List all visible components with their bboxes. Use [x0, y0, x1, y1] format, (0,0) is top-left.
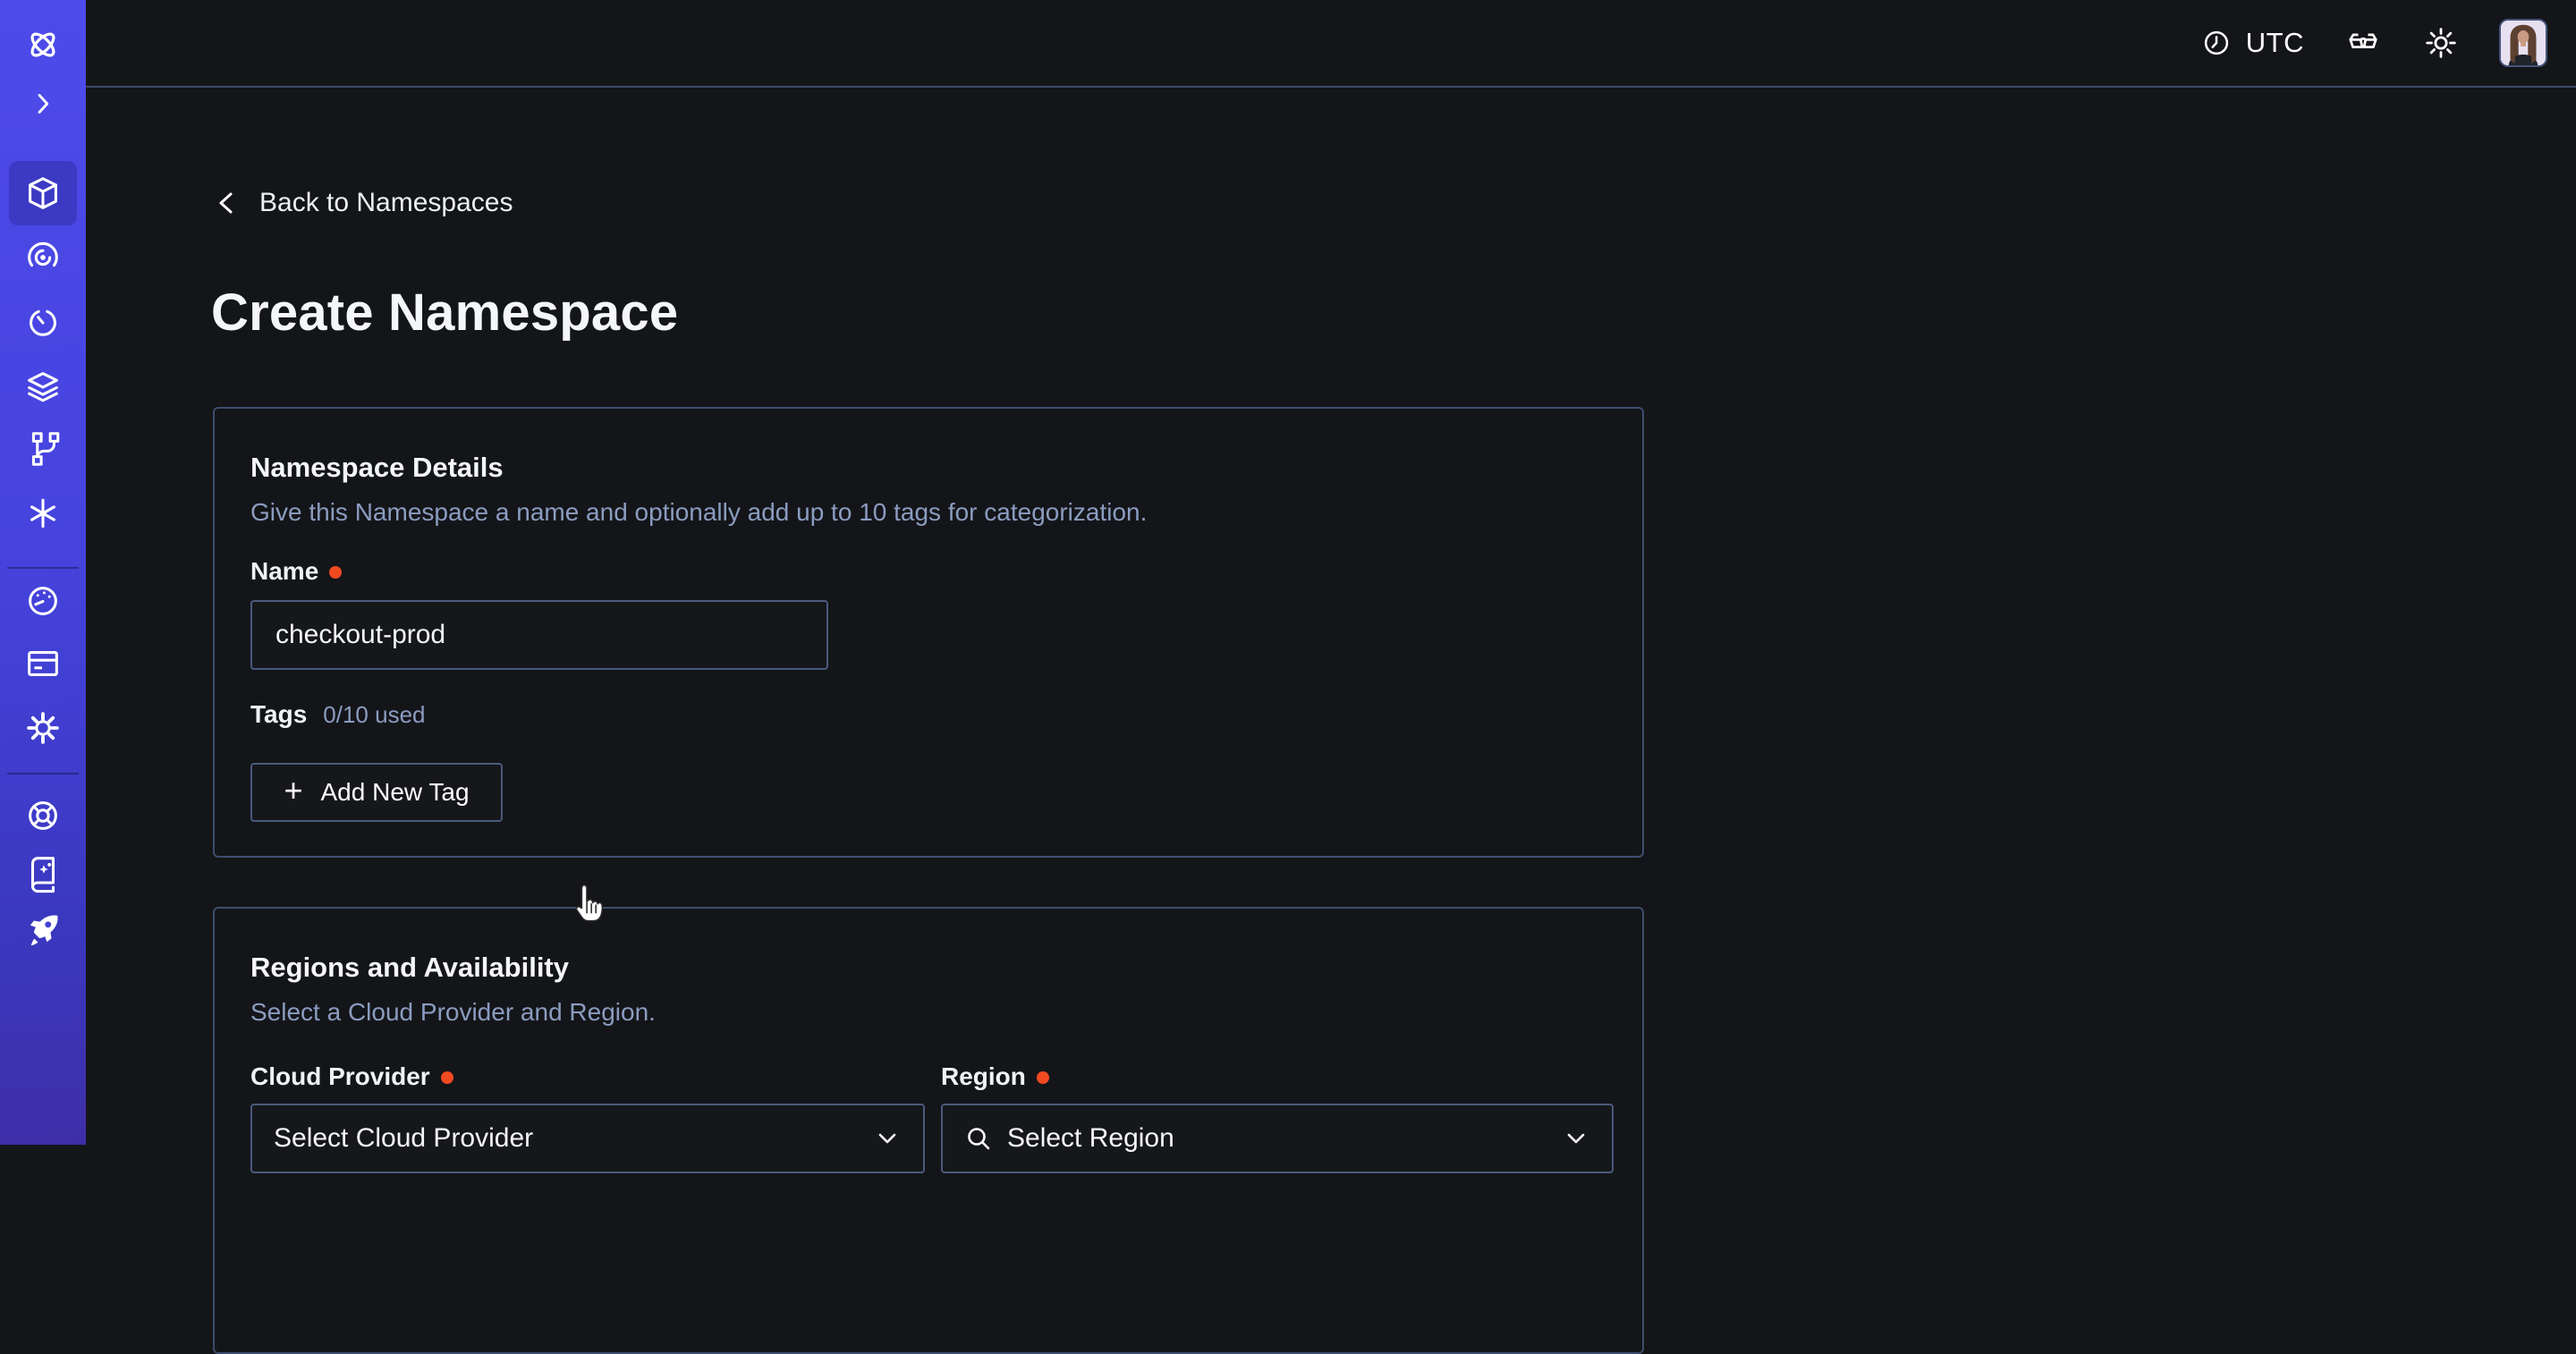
cloud-provider-select[interactable]: Select Cloud Provider: [250, 1104, 925, 1173]
credit-card-icon: [22, 643, 64, 684]
tags-label: Tags: [250, 700, 307, 729]
asterisk-icon: [23, 494, 63, 533]
sidebar-item-workflows[interactable]: [0, 420, 86, 478]
sun-icon: [2422, 24, 2460, 62]
clock-icon: [2199, 26, 2233, 60]
timezone-label: UTC: [2246, 27, 2304, 59]
plus-icon: +: [284, 774, 302, 807]
card-subtitle: Give this Namespace a name and optionall…: [250, 498, 1147, 527]
card-title: Regions and Availability: [250, 952, 569, 984]
page-title: Create Namespace: [211, 283, 678, 343]
chevron-down-icon: [873, 1124, 902, 1153]
sidebar-item-namespaces[interactable]: [0, 165, 86, 222]
main-content: Back to Namespaces Create Namespace Name…: [86, 88, 2576, 1145]
required-indicator: [441, 1071, 453, 1084]
card-subtitle: Select a Cloud Provider and Region.: [250, 998, 656, 1027]
region-label-text: Region: [941, 1062, 1026, 1091]
temporal-logo-icon: [22, 24, 64, 65]
life-buoy-icon: [22, 795, 64, 836]
chevron-left-icon: [213, 189, 242, 217]
sidebar-item-support[interactable]: [0, 787, 86, 844]
rail-divider: [7, 567, 79, 569]
namespace-details-card: Namespace Details Give this Namespace a …: [213, 407, 1644, 858]
sidebar-item-usage[interactable]: [0, 572, 86, 630]
tags-used-counter: 0/10 used: [323, 701, 425, 729]
iris-icon: [22, 236, 64, 277]
sidebar-item-docs[interactable]: [0, 844, 86, 901]
required-indicator: [329, 566, 342, 579]
sidebar-item-deployments[interactable]: [0, 358, 86, 415]
namespace-name-input[interactable]: [250, 600, 828, 670]
search-icon: [964, 1124, 993, 1153]
region-select-value: Select Region: [1007, 1123, 1547, 1154]
name-label-text: Name: [250, 557, 318, 586]
sidebar-item-settings[interactable]: [0, 699, 86, 757]
sidebar-item-getting-started[interactable]: [0, 901, 86, 959]
region-label: Region: [941, 1062, 1049, 1091]
name-field-label: Name: [250, 557, 342, 586]
rail-divider: [7, 773, 79, 774]
back-to-namespaces-link[interactable]: Back to Namespaces: [213, 188, 513, 218]
gear-icon: [22, 707, 64, 749]
cube-icon: [22, 173, 64, 214]
branch-icon: [22, 428, 64, 470]
topbar: UTC: [86, 0, 2576, 88]
labs-toggle-button[interactable]: [2343, 23, 2383, 63]
card-title: Namespace Details: [250, 452, 504, 484]
temporal-logo[interactable]: [0, 16, 86, 73]
chevron-right-icon: [26, 87, 60, 121]
sidebar-expand-button[interactable]: [0, 75, 86, 132]
tags-row: Tags 0/10 used: [250, 700, 426, 729]
back-link-label: Back to Namespaces: [259, 188, 513, 218]
required-indicator: [1037, 1071, 1049, 1084]
region-select[interactable]: Select Region: [941, 1104, 1614, 1173]
sidebar-item-insights[interactable]: [0, 228, 86, 285]
regions-availability-card: Regions and Availability Select a Cloud …: [213, 907, 1644, 1354]
sidebar-item-billing[interactable]: [0, 635, 86, 692]
layers-icon: [22, 366, 64, 407]
sidebar-item-nexus[interactable]: [0, 485, 86, 542]
user-avatar[interactable]: [2499, 19, 2547, 67]
glasses-icon: [2343, 23, 2383, 63]
cloud-provider-label-text: Cloud Provider: [250, 1062, 430, 1091]
cloud-provider-select-value: Select Cloud Provider: [274, 1123, 859, 1154]
add-new-tag-button[interactable]: + Add New Tag: [250, 763, 503, 822]
theme-toggle-button[interactable]: [2422, 24, 2460, 62]
add-tag-button-label: Add New Tag: [321, 778, 470, 807]
gauge-icon: [22, 580, 64, 622]
sidebar-rail: [0, 0, 86, 1145]
timezone-button[interactable]: UTC: [2199, 26, 2304, 60]
sidebar-item-retention[interactable]: [0, 293, 86, 351]
cloud-provider-label: Cloud Provider: [250, 1062, 453, 1091]
avatar-image: [2501, 21, 2546, 65]
timer-icon: [22, 301, 64, 343]
rocket-icon: [22, 910, 64, 951]
chevron-down-icon: [1562, 1124, 1590, 1153]
book-sparkle-icon: [22, 852, 64, 893]
